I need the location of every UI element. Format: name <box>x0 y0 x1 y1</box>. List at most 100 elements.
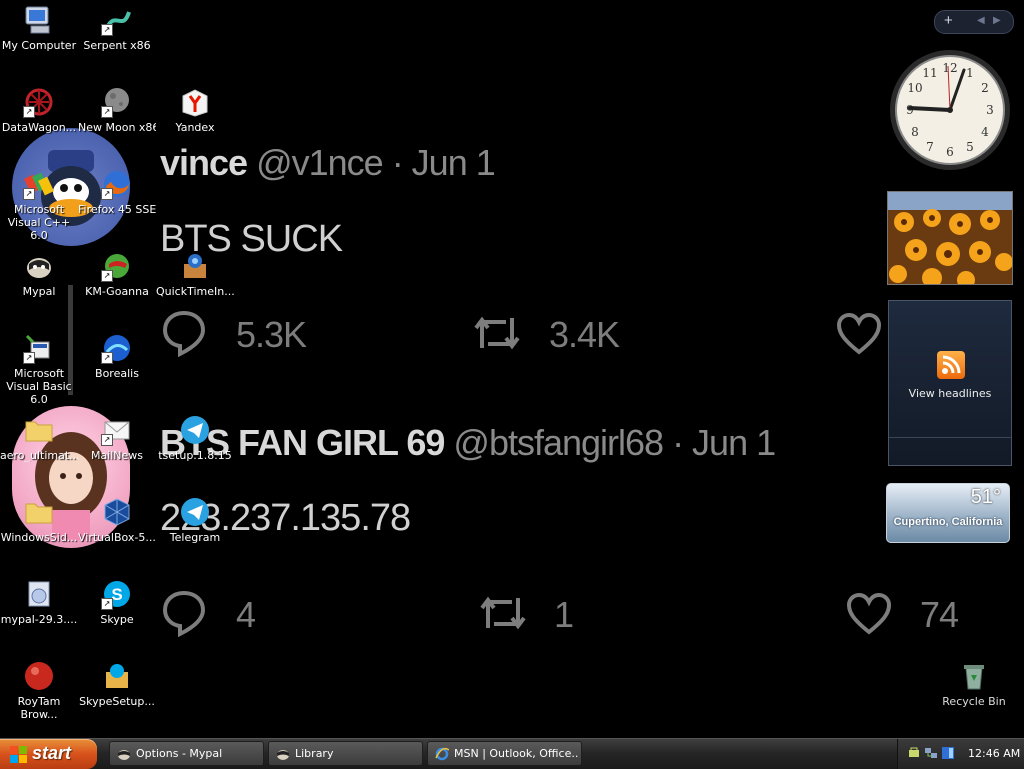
desktop-icon-datawagon[interactable]: ↗ DataWagon... <box>0 86 78 134</box>
mailnews-icon: ↗ <box>101 414 133 446</box>
desktop-icon-telegram-setup[interactable]: tsetup.1.8.15 <box>156 414 234 462</box>
desktop-icon-skype-setup[interactable]: SkypeSetup... <box>78 660 156 708</box>
weather-temperature: 51° <box>970 486 1001 508</box>
borealis-icon: ↗ <box>101 332 133 364</box>
slideshow-gadget[interactable] <box>887 191 1013 285</box>
desktop-icon-yandex[interactable]: Yandex <box>156 86 234 134</box>
svg-text:6: 6 <box>946 145 954 159</box>
desktop-icon-aero-ultimate[interactable]: aero_ultimat... <box>0 414 78 462</box>
svg-text:11: 11 <box>922 66 937 80</box>
start-button[interactable]: start <box>0 739 97 769</box>
skype-icon: S ↗ <box>101 578 133 610</box>
retweet-icon <box>480 596 526 630</box>
flowers-photo-icon <box>888 192 1012 284</box>
clock-gadget[interactable]: 1212 345 678 91011 <box>888 48 1012 172</box>
recycle-bin-icon <box>958 660 990 692</box>
shortcut-arrow-icon: ↗ <box>101 106 113 118</box>
desktop-icon-mypal[interactable]: Mypal <box>0 250 78 298</box>
desktop-icon-visual-basic[interactable]: ↗ Microsoft Visual Basic 6.0 <box>0 332 78 406</box>
desktop-icon-firefox[interactable]: ↗ Firefox 45 SSE <box>78 168 156 216</box>
weather-location: Cupertino, California <box>893 516 1003 528</box>
desktop-icon-mypal-installer[interactable]: mypal-29.3.... <box>0 578 78 626</box>
start-label: start <box>32 743 72 763</box>
desktop-icon-km-goanna[interactable]: ↗ KM-Goanna <box>78 250 156 298</box>
folder-icon <box>23 414 55 446</box>
desktop-icon-mailnews[interactable]: ↗ MailNews <box>78 414 156 462</box>
tweet-1-retweet-count: 3.4K <box>549 314 620 355</box>
rss-icon <box>937 351 965 379</box>
visual-basic-icon: ↗ <box>23 332 55 364</box>
next-icon[interactable]: ▶ <box>993 15 1001 26</box>
feed-divider <box>889 437 1011 438</box>
reply-icon <box>162 590 206 637</box>
firefox-icon: ↗ <box>101 168 133 200</box>
desktop-icon-new-moon[interactable]: ↗ New Moon x86 <box>78 86 156 134</box>
svg-text:7: 7 <box>926 140 934 154</box>
svg-text:2: 2 <box>981 81 989 95</box>
serpent-icon: ↗ <box>101 4 133 36</box>
km-goanna-icon: ↗ <box>101 250 133 282</box>
like-icon <box>846 592 892 635</box>
svg-text:S: S <box>111 585 122 604</box>
internet-explorer-icon <box>435 747 449 761</box>
desktop-icon-telegram[interactable]: Telegram <box>156 496 234 544</box>
taskbar-button-library[interactable]: Library <box>268 741 423 766</box>
taskbar-clock[interactable]: 12:46 AM <box>968 747 1020 760</box>
tweet-1-name: vince <box>160 142 248 183</box>
visual-cpp-icon: ↗ <box>23 168 55 200</box>
shortcut-arrow-icon: ↗ <box>101 188 113 200</box>
shortcut-arrow-icon: ↗ <box>23 188 35 200</box>
like-icon <box>836 312 882 355</box>
desktop-icon-recycle-bin[interactable]: Recycle Bin <box>935 660 1013 708</box>
analog-clock-icon: 1212 345 678 91011 <box>890 50 1010 170</box>
feed-headlines-gadget[interactable]: View headlines <box>888 300 1012 466</box>
reply-icon <box>162 310 206 357</box>
shortcut-arrow-icon: ↗ <box>101 434 113 446</box>
windows-logo-icon <box>10 746 27 763</box>
telegram-setup-icon <box>179 414 211 446</box>
desktop-icon-windows-sidebar[interactable]: WindowsSid... <box>0 496 78 544</box>
tweet-1-reply-count: 5.3K <box>236 314 307 355</box>
shortcut-arrow-icon: ↗ <box>101 352 113 364</box>
add-gadget-icon[interactable]: + <box>944 12 953 29</box>
sidebar-tray-icon[interactable] <box>942 747 954 759</box>
tweet-1-handle: @v1nce · Jun 1 <box>256 142 496 183</box>
folder-icon <box>23 496 55 528</box>
my-computer-icon <box>23 4 55 36</box>
shortcut-arrow-icon: ↗ <box>101 270 113 282</box>
tweet-1-author: vince @v1nce · Jun 1 <box>160 142 496 184</box>
sidebar-controls: + ◀ ▶ <box>934 10 1014 34</box>
tweet-2-like-count: 74 <box>920 594 959 635</box>
svg-text:12: 12 <box>942 61 957 75</box>
desktop-icon-roytam-browser[interactable]: RoyTam Brow... <box>0 660 78 721</box>
svg-text:10: 10 <box>907 81 922 95</box>
desktop-icon-quicktime-installer[interactable]: QuickTimeIn... <box>156 250 234 298</box>
desktop-icon-borealis[interactable]: ↗ Borealis <box>78 332 156 380</box>
library-icon <box>277 750 289 760</box>
virtualbox-icon <box>101 496 133 528</box>
mypal-icon <box>118 750 130 760</box>
svg-text:1: 1 <box>966 66 974 80</box>
svg-text:5: 5 <box>966 140 974 154</box>
tweet-2-author: BTS FAN GIRL 69 @btsfangirl68 · Jun 1 <box>160 422 776 464</box>
shortcut-arrow-icon: ↗ <box>101 598 113 610</box>
weather-gadget[interactable]: 51° Cupertino, California <box>886 483 1010 543</box>
tweet-2-retweet-count: 1 <box>554 594 574 635</box>
network-icon[interactable] <box>925 747 937 759</box>
retweet-icon <box>474 316 520 350</box>
taskbar-button-msn[interactable]: MSN | Outlook, Office... <box>427 741 582 766</box>
svg-text:4: 4 <box>981 125 989 139</box>
mypal-icon <box>23 250 55 282</box>
safely-remove-hardware-icon[interactable] <box>908 747 920 759</box>
telegram-icon <box>179 496 211 528</box>
desktop-icon-virtualbox[interactable]: VirtualBox-5.... <box>78 496 156 544</box>
taskbar: start Options - Mypal Library MSN | Outl… <box>0 738 1024 769</box>
desktop-icon-skype[interactable]: S ↗ Skype <box>78 578 156 626</box>
taskbar-button-options-mypal[interactable]: Options - Mypal <box>109 741 264 766</box>
desktop-icon-visual-cpp[interactable]: ↗ Microsoft Visual C++ 6.0 <box>0 168 78 242</box>
desktop-icon-my-computer[interactable]: My Computer <box>0 4 78 52</box>
quicktime-installer-icon <box>179 250 211 282</box>
previous-icon[interactable]: ◀ <box>977 15 985 26</box>
desktop-icon-serpent[interactable]: ↗ Serpent x86 <box>78 4 156 52</box>
view-headlines-link[interactable]: View headlines <box>889 387 1011 400</box>
